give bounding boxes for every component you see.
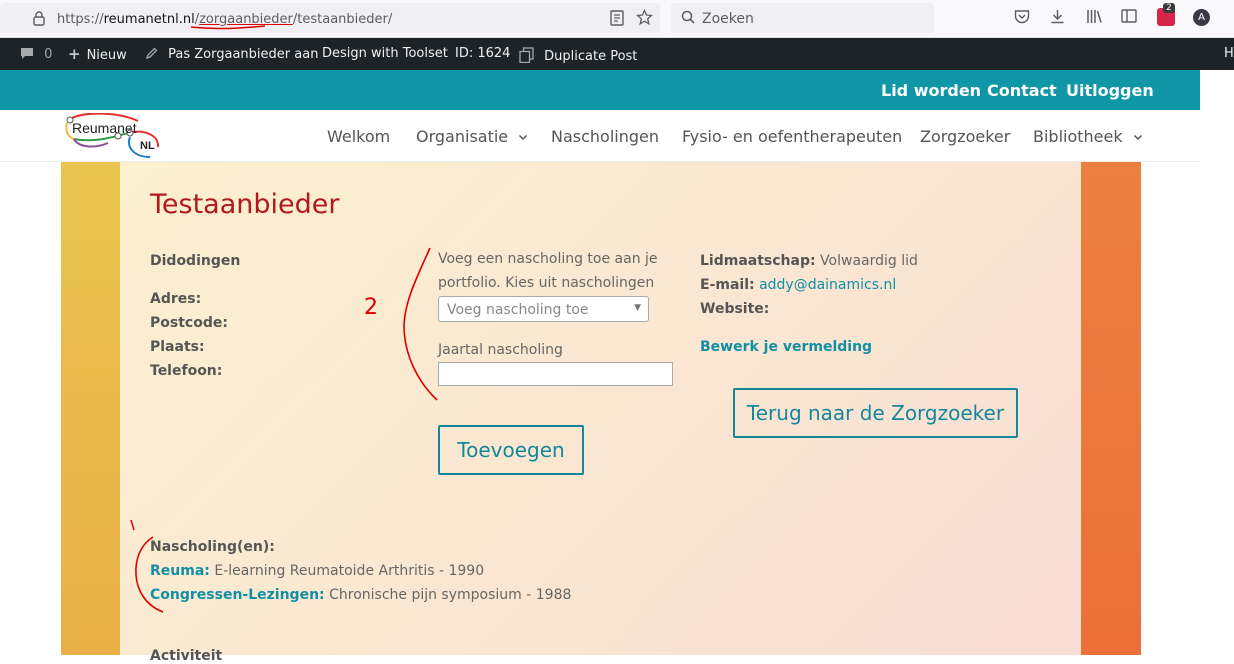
left-decor-band: [61, 162, 120, 655]
pocket-icon[interactable]: [1014, 9, 1030, 27]
url-segment: zorgaanbieder: [199, 12, 293, 27]
comments-count: 0: [44, 47, 53, 62]
chevron-down-icon: [513, 127, 528, 146]
browser-toolbar: https://reumanetnl.nl/zorgaanbieder/test…: [0, 0, 1234, 38]
reader-view-icon[interactable]: [610, 10, 624, 29]
top-link-lid-worden[interactable]: Lid worden: [881, 81, 981, 100]
nav-organisatie-label: Organisatie: [416, 127, 509, 146]
course-intro-line1: Voeg een nascholing toe aan je: [438, 251, 658, 267]
url-bar[interactable]: https://reumanetnl.nl/zorgaanbieder/test…: [0, 3, 660, 33]
course-category-link[interactable]: Congressen-Lezingen:: [150, 587, 325, 603]
duplicate-label: Duplicate Post: [544, 49, 638, 64]
edit-label: Pas Zorgaanbieder aan: [168, 47, 319, 62]
search-bar[interactable]: Zoeken: [671, 3, 934, 33]
extension-badge: 2: [1163, 3, 1175, 13]
new-item[interactable]: + Nieuw: [68, 45, 127, 63]
nav-bibliotheek-label: Bibliotheek: [1033, 127, 1123, 146]
logo-sub: NL: [140, 140, 155, 152]
courses-heading: Nascholing(en):: [150, 539, 275, 555]
course-select[interactable]: Voeg nascholing toe ▼: [438, 296, 649, 322]
duplicate-icon: [519, 47, 538, 64]
right-decor-band: [1081, 162, 1141, 655]
top-link-uitloggen[interactable]: Uitloggen: [1066, 81, 1154, 100]
postcode-label: Postcode:: [150, 315, 228, 331]
website-label: Website:: [700, 301, 770, 317]
page-title: Testaanbieder: [150, 189, 340, 220]
comment-icon: [20, 47, 38, 62]
account-avatar[interactable]: A: [1193, 9, 1210, 26]
top-link-bar: Lid worden Contact Uitloggen: [0, 70, 1200, 110]
top-link-contact[interactable]: Contact: [987, 81, 1057, 100]
email-label: E-mail:: [700, 277, 755, 293]
nav-bibliotheek[interactable]: Bibliotheek: [1033, 127, 1143, 146]
activities-heading: Activiteit: [150, 648, 223, 664]
howdy-item[interactable]: H: [1224, 47, 1234, 60]
nav-zorgzoeker[interactable]: Zorgzoeker: [920, 127, 1010, 146]
logo-text: Reumanet: [72, 120, 137, 136]
nav-organisatie[interactable]: Organisatie: [416, 127, 528, 146]
caret-down-icon: ▼: [634, 303, 641, 313]
year-label: Jaartal nascholing: [438, 342, 563, 358]
comments-item[interactable]: 0: [20, 47, 52, 61]
course-category-link[interactable]: Reuma:: [150, 563, 210, 579]
phone-label: Telefoon:: [150, 363, 223, 379]
membership-value: Volwaardig lid: [820, 253, 918, 269]
course-text: Chronische pijn symposium - 1988: [329, 587, 572, 603]
nav-fysio[interactable]: Fysio- en oefentherapeuten: [682, 127, 902, 146]
duplicate-post-item[interactable]: Duplicate Post: [519, 47, 638, 64]
new-label: Nieuw: [86, 48, 127, 63]
edit-item[interactable]: Pas Zorgaanbieder aan: [145, 47, 318, 61]
provider-name: Didodingen: [150, 253, 241, 269]
course-item: Congressen-Lezingen: Chronische pijn sym…: [150, 587, 571, 603]
bookmark-star-icon[interactable]: [635, 8, 654, 29]
membership-row: Lidmaatschap: Volwaardig lid: [700, 253, 918, 269]
back-to-zorgzoeker-button[interactable]: Terug naar de Zorgzoeker: [733, 388, 1018, 438]
email-row: E-mail: addy@dainamics.nl: [700, 277, 896, 293]
url-rest: /testaanbieder/: [292, 12, 393, 27]
course-intro-line2: portfolio. Kies uit nascholingen: [438, 275, 655, 291]
city-label: Plaats:: [150, 339, 205, 355]
download-icon[interactable]: [1050, 9, 1065, 27]
lock-icon[interactable]: [33, 11, 45, 29]
library-icon[interactable]: [1086, 9, 1103, 27]
search-icon: [681, 10, 695, 27]
nav-nascholingen[interactable]: Nascholingen: [551, 127, 659, 146]
chevron-down-icon: [1128, 127, 1143, 146]
course-text: E-learning Reumatoide Arthritis - 1990: [214, 563, 485, 579]
edit-listing-link[interactable]: Bewerk je vermelding: [700, 339, 872, 355]
course-select-value: Voeg nascholing toe: [447, 302, 589, 318]
email-link[interactable]: addy@dainamics.nl: [759, 277, 896, 293]
year-input[interactable]: [438, 362, 673, 386]
wp-admin-bar: 0 + Nieuw Pas Zorgaanbieder aan Design wi…: [0, 38, 1234, 70]
url-text[interactable]: https://reumanetnl.nl/zorgaanbieder/test…: [57, 12, 392, 27]
membership-label: Lidmaatschap:: [700, 253, 816, 269]
toolset-item[interactable]: Design with Toolset: [322, 47, 448, 60]
site-logo[interactable]: Reumanet NL: [64, 112, 162, 159]
search-placeholder: Zoeken: [702, 11, 754, 27]
nav-welkom[interactable]: Welkom: [327, 127, 390, 146]
course-item: Reuma: E-learning Reumatoide Arthritis -…: [150, 563, 484, 579]
url-domain: reumanetnl.nl: [103, 12, 195, 27]
add-course-button[interactable]: Toevoegen: [438, 425, 584, 475]
sidebar-icon[interactable]: [1121, 9, 1137, 26]
url-prefix: https://: [57, 12, 104, 27]
post-id: ID: 1624: [455, 46, 511, 61]
pencil-icon: [145, 47, 162, 62]
plus-icon: +: [68, 45, 81, 63]
address-label: Adres:: [150, 291, 202, 307]
